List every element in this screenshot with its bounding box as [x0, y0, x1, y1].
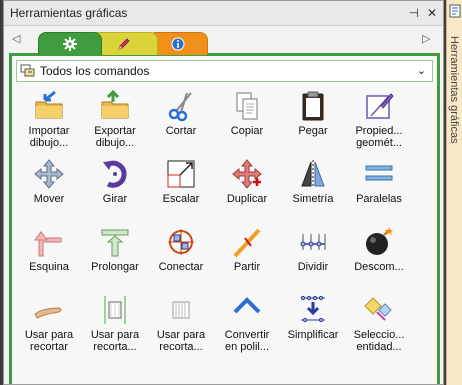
info-icon	[171, 37, 185, 51]
command-label: Pegar	[298, 125, 328, 137]
command-geometry-properties[interactable]: Propied... geomét...	[346, 88, 412, 156]
commands-area: Todos los comandos ⌄ Importar dibujo...	[9, 53, 440, 384]
command-parallel[interactable]: Paralelas	[346, 156, 412, 224]
command-split[interactable]: Partir	[214, 224, 280, 292]
command-duplicate[interactable]: Duplicar	[214, 156, 280, 224]
scroll-left-icon[interactable]: ◁	[12, 32, 20, 45]
command-label: Descom...	[354, 261, 404, 273]
simplify-icon	[300, 295, 325, 323]
gear-icon	[63, 37, 77, 51]
command-label: Partir	[233, 261, 261, 273]
extend-icon	[101, 229, 129, 257]
tab-strip: ◁ ▷	[4, 26, 443, 55]
use-to-trim-3-icon	[172, 301, 190, 319]
commands-icon	[20, 64, 35, 77]
tab-settings[interactable]	[38, 32, 102, 55]
scroll-right-icon[interactable]: ▷	[422, 32, 430, 45]
command-import-drawing[interactable]: Importar dibujo...	[16, 88, 82, 156]
command-select-entity[interactable]: Seleccio... entidad...	[346, 292, 412, 360]
symmetry-icon	[301, 160, 325, 188]
command-paste[interactable]: Pegar	[280, 88, 346, 156]
pencil-icon	[118, 38, 130, 50]
command-filter-dropdown[interactable]: Todos los comandos ⌄	[16, 60, 433, 82]
pin-icon[interactable]: ⊣	[408, 6, 418, 20]
command-use-to-trim-3[interactable]: Usar para recorta...	[148, 292, 214, 360]
corner-icon	[34, 231, 62, 257]
command-label: Paralelas	[356, 193, 402, 205]
command-scale[interactable]: Escalar	[148, 156, 214, 224]
command-label: Prolongar	[91, 261, 139, 273]
command-label: Usar para recortar	[24, 329, 74, 353]
command-label: Cortar	[165, 125, 197, 137]
chevron-down-icon[interactable]: ⌄	[417, 64, 426, 77]
command-label: Exportar dibujo...	[94, 125, 136, 149]
explode-icon	[366, 227, 393, 255]
side-panel-label: Herramientas gráficas	[448, 36, 460, 144]
command-label: Seleccio... entidad...	[353, 329, 405, 353]
panel-controls: ⊣ ✕	[408, 6, 437, 20]
export-drawing-icon	[101, 90, 129, 119]
select-entity-icon	[364, 297, 392, 321]
geometry-properties-icon	[366, 93, 394, 119]
command-export-drawing[interactable]: Exportar dibujo...	[82, 88, 148, 156]
command-label: Usar para recorta...	[90, 329, 140, 353]
graphic-tools-panel: Herramientas gráficas ⊣ ✕ ◁ ▷ Todos los …	[3, 0, 444, 385]
command-label: Importar dibujo...	[28, 125, 70, 149]
command-divide[interactable]: Dividir	[280, 224, 346, 292]
command-use-to-trim-2[interactable]: Usar para recorta...	[82, 292, 148, 360]
command-move[interactable]: Mover	[16, 156, 82, 224]
command-grid: Importar dibujo... Exportar dibujo... Co…	[16, 88, 437, 360]
command-label: Propied... geomét...	[355, 125, 403, 149]
collapsed-side-panel[interactable]: Herramientas gráficas	[446, 0, 462, 385]
split-icon	[233, 228, 261, 258]
scissors-icon	[168, 92, 192, 122]
close-icon[interactable]: ✕	[427, 6, 437, 20]
duplicate-icon	[232, 159, 262, 189]
command-label: Conectar	[158, 261, 204, 273]
command-label: Convertir en polil...	[224, 329, 270, 353]
move-icon	[34, 159, 64, 189]
command-corner[interactable]: Esquina	[16, 224, 82, 292]
rotate-icon	[103, 160, 127, 188]
command-symmetry[interactable]: Simetría	[280, 156, 346, 224]
use-to-trim-icon	[34, 307, 62, 319]
panel-title: Herramientas gráficas	[10, 6, 128, 20]
dropdown-selected-value: Todos los comandos	[40, 64, 150, 78]
use-to-trim-2-icon	[104, 296, 126, 324]
command-label: Escalar	[162, 193, 200, 205]
scale-icon	[167, 160, 195, 188]
command-use-to-trim[interactable]: Usar para recortar	[16, 292, 82, 360]
panel-titlebar[interactable]: Herramientas gráficas ⊣ ✕	[4, 1, 443, 26]
command-label: Usar para recorta...	[156, 329, 206, 353]
command-connect[interactable]: Conectar	[148, 224, 214, 292]
command-rotate[interactable]: Girar	[82, 156, 148, 224]
command-explode[interactable]: Descom...	[346, 224, 412, 292]
command-label: Simetría	[292, 193, 334, 205]
command-label: Mover	[33, 193, 65, 205]
command-copy[interactable]: Copiar	[214, 88, 280, 156]
divide-icon	[300, 234, 326, 250]
command-convert-polyline[interactable]: Convertir en polil...	[214, 292, 280, 360]
command-extend[interactable]: Prolongar	[82, 224, 148, 292]
command-label: Duplicar	[226, 193, 268, 205]
convert-polyline-icon	[233, 297, 261, 314]
paste-icon	[302, 91, 324, 121]
parallel-icon	[365, 165, 393, 181]
command-label: Esquina	[29, 261, 69, 273]
command-cut[interactable]: Cortar	[148, 88, 214, 156]
command-label: Copiar	[230, 125, 264, 137]
command-label: Dividir	[297, 261, 329, 273]
copy-icon	[236, 92, 258, 120]
import-drawing-icon	[35, 90, 63, 119]
connect-icon	[168, 229, 194, 255]
command-simplify[interactable]: Simplificar	[280, 292, 346, 360]
panel-icon	[449, 4, 461, 18]
command-label: Simplificar	[287, 329, 339, 341]
command-label: Girar	[102, 193, 128, 205]
